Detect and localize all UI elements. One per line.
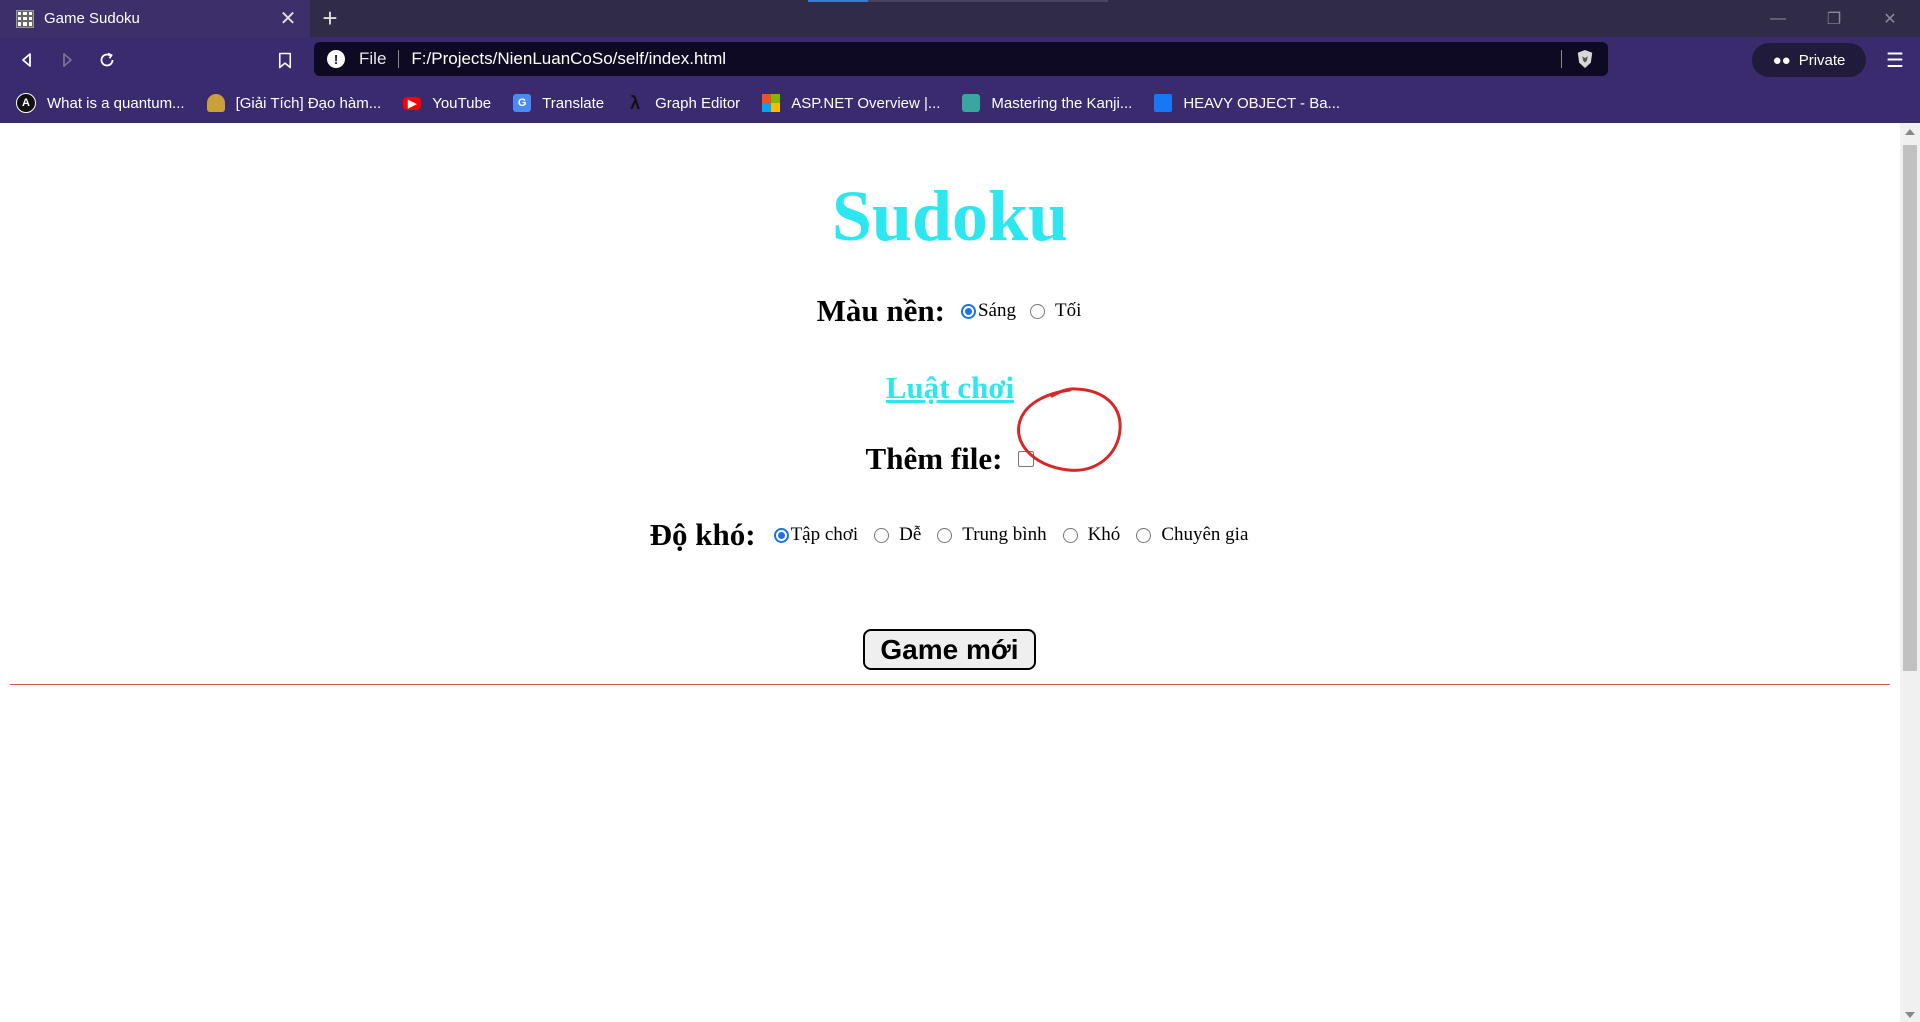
kanji-icon [962, 94, 981, 112]
bookmark-label: [Giải Tích] Đạo hàm... [235, 94, 382, 112]
scroll-up-icon[interactable] [1905, 129, 1915, 135]
bookmark-label: Graph Editor [655, 94, 741, 112]
bg-dark-label[interactable]: Tối [1055, 300, 1081, 322]
bookmark-label: ASP.NET Overview |... [791, 94, 941, 112]
bg-light-label[interactable]: Sáng [978, 300, 1016, 322]
minimize-icon[interactable]: — [1750, 0, 1806, 37]
rules-link[interactable]: Luật chơi [886, 370, 1014, 406]
sudoku-favicon-icon [16, 9, 34, 28]
bookmark-label: Translate [542, 94, 605, 112]
background-color-row: Màu nền: Sáng Tối [0, 293, 1900, 329]
difficulty-radio[interactable] [937, 527, 953, 543]
page-title: Sudoku [831, 176, 1069, 256]
difficulty-radio[interactable] [1062, 527, 1078, 543]
difficulty-option-label[interactable]: Dễ [899, 524, 921, 546]
private-label: Private [1798, 51, 1846, 69]
bookmark-item[interactable]: Mastering the Kanji... [962, 94, 1132, 112]
facebook-icon [1154, 94, 1173, 112]
scroll-down-icon[interactable] [1905, 1012, 1915, 1018]
openai-icon: A [16, 93, 36, 113]
bookmark-label: HEAVY OBJECT - Ba... [1183, 94, 1341, 112]
translate-icon: G [513, 94, 532, 112]
difficulty-radio[interactable] [773, 527, 789, 543]
url-text[interactable]: F:/Projects/NienLuanCoSo/self/index.html [411, 49, 1561, 69]
bookmark-item[interactable]: λ Graph Editor [626, 92, 741, 113]
bookmark-icon[interactable] [270, 45, 300, 75]
tab-close-icon[interactable]: ✕ [276, 7, 300, 31]
difficulty-radio[interactable] [874, 527, 890, 543]
bookmark-label: Mastering the Kanji... [991, 94, 1133, 112]
difficulty-option[interactable]: Khó [1059, 524, 1121, 546]
window-close-icon[interactable]: ✕ [1862, 0, 1918, 37]
info-icon[interactable]: ! [327, 50, 345, 68]
url-scheme: File [359, 49, 387, 68]
youtube-icon: ▶ [403, 96, 422, 110]
difficulty-option-label[interactable]: Tập chơi [791, 524, 859, 546]
brave-shield-icon[interactable] [1574, 48, 1596, 70]
difficulty-option-label[interactable]: Chuyên gia [1161, 524, 1248, 546]
bookmark-item[interactable]: ASP.NET Overview |... [762, 94, 940, 112]
difficulty-option[interactable]: Chuyên gia [1132, 524, 1248, 546]
difficulty-option-label[interactable]: Khó [1088, 524, 1121, 546]
bookmark-item[interactable]: HEAVY OBJECT - Ba... [1154, 94, 1340, 112]
add-file-row: Thêm file: [0, 441, 1900, 477]
scrollbar-thumb[interactable] [1903, 145, 1917, 671]
url-separator [398, 50, 400, 68]
loading-track [868, 0, 1108, 2]
url-separator [1561, 50, 1562, 68]
private-window-badge[interactable]: ●● Private [1752, 43, 1866, 77]
bookmark-item[interactable]: A What is a quantum... [16, 93, 185, 113]
bookmark-label: YouTube [432, 94, 492, 112]
back-icon[interactable] [12, 45, 42, 75]
loading-indicator [808, 0, 868, 2]
tab-title: Game Sudoku [44, 10, 140, 27]
bookmark-item[interactable]: [Giải Tích] Đạo hàm... [206, 94, 382, 112]
bg-light-radio[interactable] [960, 303, 976, 319]
bg-option-light[interactable]: Sáng [957, 300, 1016, 322]
bookmark-label: What is a quantum... [47, 94, 185, 112]
difficulty-option[interactable]: Tập chơi [770, 524, 859, 546]
tab-game-sudoku[interactable]: Game Sudoku ✕ [0, 0, 310, 37]
difficulty-option[interactable]: Trung bình [933, 524, 1047, 546]
bookmark-item[interactable]: G Translate [513, 94, 604, 112]
microsoft-icon [762, 94, 781, 112]
buddha-icon [206, 94, 225, 112]
new-tab-button[interactable]: + [316, 3, 344, 33]
graph-editor-icon: λ [630, 92, 641, 113]
page-viewport: Sudoku Màu nền: Sáng Tối Luật chơi Thêm … [0, 123, 1900, 1022]
reload-icon[interactable] [92, 45, 122, 75]
difficulty-option-label[interactable]: Trung bình [962, 524, 1046, 546]
red-circle-annotation [1017, 387, 1122, 472]
bg-option-dark[interactable]: Tối [1026, 300, 1081, 322]
rules-row: Luật chơi [0, 370, 1900, 406]
bookmark-item[interactable]: ▶ YouTube [403, 95, 491, 112]
divider [10, 684, 1890, 685]
private-glasses-icon: ●● [1772, 51, 1791, 69]
forward-icon[interactable] [52, 45, 82, 75]
difficulty-radio[interactable] [1136, 527, 1152, 543]
tab-strip: Game Sudoku ✕ + — ❐ ✕ [0, 0, 1920, 37]
toolbar: ! File F:/Projects/NienLuanCoSo/self/ind… [0, 37, 1920, 83]
menu-icon[interactable]: ☰ [1880, 45, 1910, 75]
difficulty-row: Độ khó: Tập chơi Dễ Trung bình Khó Chuyê… [0, 517, 1900, 553]
bg-label: Màu nền: [816, 293, 945, 328]
bookmarks-bar: A What is a quantum... [Giải Tích] Đạo h… [0, 83, 1920, 123]
address-bar[interactable]: ! File F:/Projects/NienLuanCoSo/self/ind… [314, 42, 1608, 76]
add-file-label: Thêm file: [865, 441, 1003, 476]
difficulty-label: Độ khó: [649, 517, 756, 552]
restore-icon[interactable]: ❐ [1806, 0, 1862, 37]
new-game-button[interactable]: Game mới [863, 629, 1036, 670]
vertical-scrollbar[interactable] [1900, 123, 1920, 1022]
difficulty-option[interactable]: Dễ [870, 524, 921, 546]
bg-dark-radio[interactable] [1029, 303, 1045, 319]
